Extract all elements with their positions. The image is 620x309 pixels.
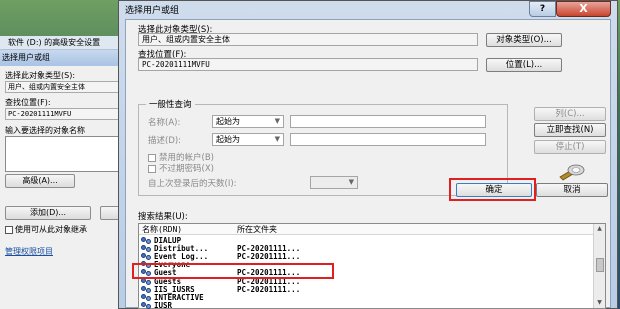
location-field: PC-20201111MVFU	[138, 58, 478, 71]
bg-enter-label: 输入要选择的对象名称	[5, 126, 85, 135]
scroll-thumb[interactable]	[596, 258, 604, 272]
bg-object-type-label: 选择此对象类型(S):	[5, 71, 76, 80]
help-button[interactable]: ?	[529, 1, 556, 17]
locations-button[interactable]: 位置(L)...	[486, 58, 562, 72]
non-expiring-label: 不过期密码(X)	[159, 164, 214, 174]
columns-button[interactable]: 列(C)...	[534, 107, 606, 121]
bg-advanced-button[interactable]: 高级(A)...	[5, 174, 75, 188]
description-mode-value: 起始为	[216, 135, 240, 144]
description-mode-select[interactable]: 起始为 ▼	[212, 133, 284, 146]
find-now-button[interactable]: 立即查找(N)	[534, 123, 606, 137]
chevron-down-icon: ▼	[274, 117, 280, 125]
select-users-dialog: 选择用户或组 ? X 选择此对象类型(S): 用户、组或内置安全主体 对象类型(…	[118, 0, 618, 309]
dialog-body: 选择此对象类型(S): 用户、组或内置安全主体 对象类型(O)... 查找位置(…	[125, 19, 611, 309]
chevron-down-icon: ▼	[274, 135, 280, 143]
object-types-button[interactable]: 对象类型(O)...	[486, 33, 562, 47]
stop-button[interactable]: 停止(T)	[534, 140, 606, 154]
bg-window-top-title: 软件 (D:) 的高级安全设置	[0, 36, 124, 50]
common-queries-title: 一般性查询	[146, 98, 195, 110]
days-since-logon-select[interactable]: ▼	[310, 176, 358, 189]
days-since-logon-label: 自上次登录后的天数(I):	[148, 179, 237, 189]
bg-inherit-label: 使用可从此对象继承	[15, 225, 87, 234]
search-tool-icon	[559, 164, 585, 181]
bg-add-button[interactable]: 添加(D)...	[5, 206, 91, 220]
non-expiring-checkbox[interactable]: 不过期密码(X)	[148, 162, 214, 174]
checkbox-box[interactable]	[5, 225, 13, 234]
results-label: 搜索结果(U):	[138, 212, 188, 222]
chevron-down-icon: ▼	[348, 178, 354, 186]
bg-object-type-field: 用户、组或内置安全主体	[5, 81, 120, 93]
cancel-button[interactable]: 取消	[536, 183, 608, 197]
column-folder-header[interactable]: 所在文件夹	[237, 224, 277, 235]
guest-highlight-box	[132, 263, 334, 279]
bg-manage-link[interactable]: 管理权限项目	[5, 246, 53, 257]
name-mode-value: 起始为	[216, 117, 240, 126]
background-window: 软件 (D:) 的高级安全设置 选择用户或组 选择此对象类型(S): 用户、组或…	[0, 36, 124, 309]
column-name-header[interactable]: 名称(RDN)	[142, 224, 182, 235]
scroll-down-icon[interactable]: ▼	[594, 298, 605, 308]
name-input[interactable]	[290, 115, 486, 128]
table-row[interactable]: IUSR	[139, 301, 594, 309]
close-button[interactable]: X	[556, 1, 611, 17]
results-scrollbar[interactable]: ▲ ▼	[593, 224, 605, 308]
description-input[interactable]	[290, 133, 486, 146]
bg-window-title: 选择用户或组	[0, 50, 124, 66]
bg-names-textarea[interactable]	[5, 136, 120, 172]
bg-inherit-checkbox[interactable]: 使用可从此对象继承	[5, 224, 87, 235]
checkbox-box[interactable]	[148, 153, 156, 162]
object-type-field: 用户、组或内置安全主体	[138, 33, 478, 46]
row-name: IUSR	[154, 300, 173, 309]
dialog-title: 选择用户或组	[125, 6, 180, 16]
user-group-icon	[141, 301, 152, 309]
results-header: 名称(RDN) 所在文件夹	[139, 224, 594, 235]
description-label: 描述(D):	[148, 136, 182, 146]
bg-location-label: 查找位置(F):	[5, 98, 51, 107]
name-label: 名称(A):	[148, 118, 181, 128]
bg-location-field: PC-20201111MVFU	[5, 108, 120, 120]
scroll-up-icon[interactable]: ▲	[594, 224, 605, 234]
checkbox-box[interactable]	[148, 164, 156, 173]
name-mode-select[interactable]: 起始为 ▼	[212, 115, 284, 128]
ok-highlight-box	[449, 178, 536, 201]
